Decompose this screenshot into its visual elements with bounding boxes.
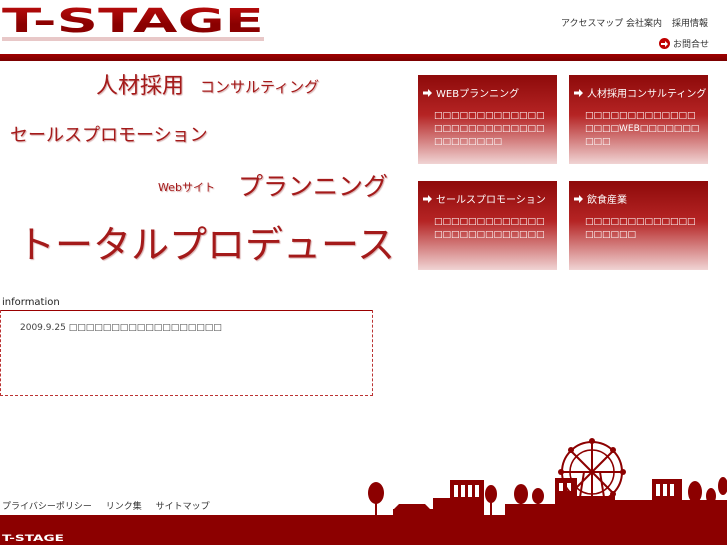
footer-nav: プライバシーポリシー リンク集 サイトマップ [2,499,221,512]
arrow-right-icon [574,194,583,203]
nav-recruit[interactable]: 採用情報 [672,16,708,29]
contact-label: お問合せ [672,40,709,50]
footer-link-privacy[interactable]: プライバシーポリシー [2,502,92,512]
footer-bar [0,515,727,545]
logo-text: T-STAGE [2,4,264,40]
card-title: セールスプロモーション [436,195,546,206]
card-body: □□□□□□□□□□□□□□□□□□□ [585,217,696,240]
hero-website: Webサイト [158,181,215,194]
contact-link[interactable]: お問合せ [658,37,709,50]
card-recruit-consulting[interactable]: 人材採用コンサルティング □□□□□□□□□□□□□□□□□WEB□□□□□□□… [569,75,708,164]
news-date: 2009.9.25 [20,323,66,333]
footer-link-links[interactable]: リンク集 [106,502,142,512]
arrow-right-icon [423,194,432,203]
card-title: 飲食産業 [587,195,627,206]
hero-recruit: 人材採用 [96,74,185,99]
card-sales-promotion[interactable]: セールスプロモーション □□□□□□□□□□□□□□□□□□□□□□□□□□ [418,181,557,270]
information-title: information [2,297,60,308]
hero-consulting: コンサルティング [200,78,320,96]
nav-company[interactable]: 会社案内 [626,16,662,29]
hero-planning: プランニング [238,172,389,201]
arrow-right-icon [658,38,670,49]
card-food-industry[interactable]: 飲食産業 □□□□□□□□□□□□□□□□□□□ [569,181,708,270]
arrow-right-icon [574,88,583,97]
logo[interactable]: T-STAGE [2,4,267,49]
card-title: 人材採用コンサルティング [587,89,707,100]
news-item[interactable]: 2009.9.25 □□□□□□□□□□□□□□□□□□ [20,323,222,333]
footer-link-sitemap[interactable]: サイトマップ [156,502,210,512]
nav-access-map[interactable]: アクセスマップ [561,16,623,29]
card-body: □□□□□□□□□□□□□□□□□□□□□□□□□□□□□□□□□□ [434,111,545,147]
card-web-planning[interactable]: WEBプランニング □□□□□□□□□□□□□□□□□□□□□□□□□□□□□□… [418,75,557,164]
hero-total-produce: トータルプロデュース [17,223,396,267]
header-bar [0,54,727,61]
news-text: □□□□□□□□□□□□□□□□□□ [68,323,222,333]
card-title: WEBプランニング [436,89,520,100]
city-skyline-illustration [368,438,727,520]
card-body: □□□□□□□□□□□□□□□□□□□□□□□□□□ [434,217,545,240]
arrow-right-icon [423,88,432,97]
footer-logo: T-STAGE [2,534,64,542]
card-body: □□□□□□□□□□□□□□□□□WEB□□□□□□□□□□ [585,111,700,147]
hero-sales-promotion: セールスプロモーション [10,125,208,146]
footer-logo-text: T-STAGE [2,534,64,542]
